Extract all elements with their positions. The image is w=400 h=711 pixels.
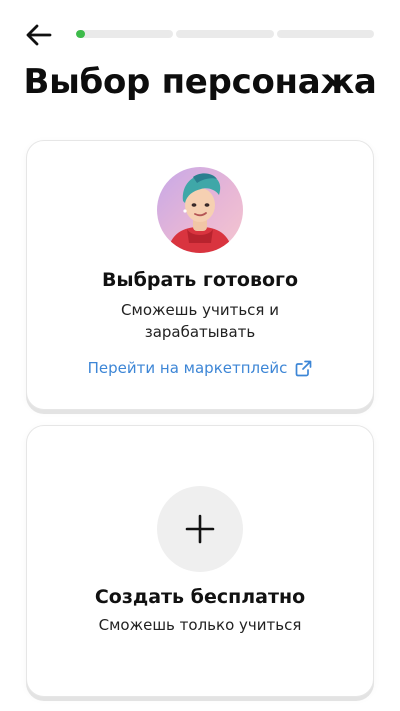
progress-segment-3	[276, 30, 374, 38]
create-free-title: Создать бесплатно	[94, 586, 306, 608]
arrow-left-icon	[26, 24, 52, 46]
marketplace-link-label: Перейти на маркетплейс	[87, 359, 288, 377]
progress-bar	[76, 30, 374, 38]
character-avatar	[157, 167, 243, 253]
marketplace-link[interactable]: Перейти на маркетплейс	[27, 359, 373, 377]
page-title: Выбор персонажа	[23, 62, 377, 102]
choose-ready-card[interactable]: Выбрать готового Сможешь учиться и зараб…	[26, 140, 374, 410]
plus-button[interactable]	[157, 486, 243, 572]
progress-segment-2	[176, 30, 274, 38]
plus-icon	[185, 514, 215, 544]
external-link-icon	[295, 360, 312, 376]
choose-ready-description: Сможешь учиться и зарабатывать	[121, 301, 279, 341]
character-select-screen: Выбор персонажа Выбрать готового Сможешь…	[0, 0, 400, 711]
back-button[interactable]	[20, 20, 56, 50]
choose-ready-title: Выбрать готового	[101, 269, 299, 291]
progress-segment-1	[76, 30, 174, 38]
create-free-description: Сможешь только учиться	[98, 616, 302, 634]
create-free-card[interactable]: Создать бесплатно Сможешь только учиться	[26, 425, 374, 697]
progress-fill	[76, 30, 85, 38]
